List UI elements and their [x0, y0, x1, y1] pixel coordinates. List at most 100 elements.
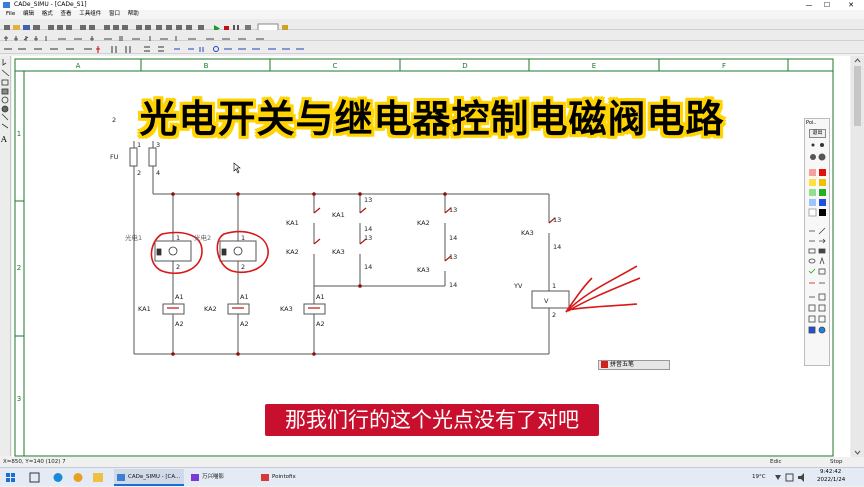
- taskbar-cade-simu[interactable]: CADe_SIMU - [CA...: [114, 469, 184, 486]
- network-icon[interactable]: [785, 473, 794, 482]
- toolbar-components-2-icons: [4, 46, 304, 53]
- lamp-symbol-icon[interactable]: [144, 46, 150, 52]
- buzzer-icon[interactable]: [158, 46, 164, 52]
- color-light-green-swatch[interactable]: [809, 189, 816, 196]
- taskbar-wondershare-label: 万兴喵影: [202, 474, 225, 480]
- clock-time[interactable]: 9:42:42: [820, 469, 841, 475]
- chrome-icon[interactable]: [73, 473, 83, 482]
- pen-large-icon[interactable]: [810, 154, 816, 160]
- ime-label: 拼音五笔: [610, 361, 635, 368]
- edge-browser-icon[interactable]: [53, 473, 63, 482]
- info-tool-icon[interactable]: [818, 326, 826, 334]
- status-bar: X=850, Y=140 (102) 7 Edic Stop: [0, 458, 864, 467]
- file-explorer-icon[interactable]: [93, 473, 103, 482]
- windows-taskbar: CADe_SIMU - [CA... 万兴喵影 Pointofix 19°C 9…: [0, 467, 864, 486]
- menu-view[interactable]: 查看: [61, 10, 72, 19]
- start-menu-icon[interactable]: [6, 473, 10, 477]
- color-green-swatch[interactable]: [819, 189, 826, 196]
- menu-edit[interactable]: 编辑: [23, 10, 34, 19]
- pointer-tool-icon[interactable]: [2, 59, 7, 66]
- cade-taskbar-icon: [117, 474, 125, 481]
- junction-dots: [171, 192, 447, 356]
- color-yellow-swatch[interactable]: [809, 179, 816, 186]
- menu-help[interactable]: 帮助: [128, 10, 139, 19]
- rect-draw-icon[interactable]: [808, 248, 816, 254]
- blue-circle-icon[interactable]: [213, 46, 219, 52]
- branch4-pin-14a: 14: [364, 225, 372, 233]
- zoom-tool-icon[interactable]: [818, 268, 826, 275]
- save-tool-icon[interactable]: [808, 315, 816, 323]
- minimize-button[interactable]: —: [800, 0, 818, 10]
- rectangle-tool-icon[interactable]: [1, 79, 9, 86]
- clock-date[interactable]: 2022/1/24: [817, 477, 845, 483]
- branch5-pin-13a: 13: [449, 206, 457, 214]
- contact-ka1-branch3: KA1: [286, 219, 299, 227]
- cade-simu-window: CADe_SIMU - [CADe_S1] — ☐ ✕ File 编辑 格式 查…: [0, 0, 864, 486]
- scroll-up-icon[interactable]: [854, 58, 861, 63]
- photo1-pin-1: 1: [176, 234, 180, 242]
- branch5-pin-14b: 14: [449, 281, 457, 289]
- coil-icon[interactable]: [125, 46, 131, 53]
- coil-ka2-a2: A2: [240, 320, 249, 328]
- settings-tool-icon[interactable]: [808, 326, 816, 334]
- photo1-pin-2: 2: [176, 263, 180, 271]
- check-icon[interactable]: [808, 268, 816, 274]
- eraser-icon[interactable]: [818, 293, 826, 301]
- menu-format[interactable]: 格式: [42, 10, 53, 19]
- cursor-coordinates: X=850, Y=140 (102) 7: [3, 459, 66, 465]
- wondershare-taskbar-icon: [191, 474, 199, 481]
- nc-contact-icon[interactable]: [111, 46, 117, 53]
- taskbar-icons: [6, 472, 103, 483]
- pen-tool-icon[interactable]: [818, 227, 826, 235]
- print-tool-icon[interactable]: [818, 315, 826, 323]
- color-light-blue-swatch[interactable]: [809, 199, 816, 206]
- ime-logo-icon: [601, 361, 608, 368]
- color-white-swatch[interactable]: [808, 208, 817, 217]
- maximize-button[interactable]: ☐: [818, 0, 836, 10]
- color-light-red-swatch[interactable]: [809, 169, 816, 176]
- circuit-wires: [129, 141, 570, 355]
- pen-medium-icon[interactable]: [820, 143, 824, 147]
- branch4-pin-14b: 14: [364, 263, 372, 271]
- column-label-d: D: [462, 62, 467, 70]
- menu-file[interactable]: File: [6, 10, 15, 19]
- no-contact-icon[interactable]: [96, 46, 100, 53]
- scroll-down-icon[interactable]: [854, 450, 861, 455]
- branch4-pin-13a: 13: [364, 196, 372, 204]
- arrow-tool-icon[interactable]: [819, 238, 826, 244]
- text-insert-icon[interactable]: [819, 256, 825, 265]
- close-button[interactable]: ✕: [838, 0, 864, 10]
- edit-mode-status: Edic: [770, 459, 782, 465]
- line-draw-icon[interactable]: [1, 69, 10, 77]
- clear-tool-icon[interactable]: [818, 304, 826, 312]
- ime-toolbar[interactable]: 拼音五笔: [598, 360, 670, 370]
- pointofix-taskbar-icon: [261, 474, 269, 481]
- valve-box-label: V: [544, 297, 549, 305]
- coil-ka3-a2: A2: [316, 320, 325, 328]
- taskbar-pointofix[interactable]: Pointofix: [258, 469, 322, 486]
- color-black-swatch[interactable]: [819, 209, 826, 216]
- taskbar-wondershare[interactable]: 万兴喵影: [188, 469, 252, 486]
- menu-tools[interactable]: 工具组件: [79, 10, 101, 19]
- tray-chevron-icon[interactable]: [775, 475, 781, 480]
- color-blue-swatch[interactable]: [819, 199, 826, 206]
- coil-ka3-a1: A1: [316, 293, 325, 301]
- video-subtitle-overlay: 那我们行的这个光点没有了对吧: [265, 404, 599, 436]
- column-label-b: B: [204, 62, 209, 70]
- pen-xlarge-icon[interactable]: [818, 153, 826, 161]
- column-label-e: E: [592, 62, 596, 70]
- color-red-swatch[interactable]: [819, 169, 826, 176]
- color-gold-swatch[interactable]: [819, 179, 826, 186]
- pen-small-icon[interactable]: [811, 143, 815, 147]
- rect-fill-icon[interactable]: [818, 248, 826, 254]
- coil-ka2-a1: A1: [240, 293, 249, 301]
- weather-temperature[interactable]: 19°C: [752, 469, 766, 486]
- volume-icon[interactable]: [798, 473, 804, 482]
- taskbar-cade-label: CADe_SIMU - [CA...: [128, 474, 181, 480]
- blue-tool-3-icon[interactable]: [199, 47, 204, 52]
- ellipse-draw-icon[interactable]: [808, 258, 816, 264]
- task-view-icon[interactable]: [29, 472, 40, 483]
- copy-tool-icon[interactable]: [808, 304, 816, 312]
- menu-bar: File 编辑 格式 查看 工具组件 窗口 帮助: [0, 10, 864, 19]
- menu-window[interactable]: 窗口: [109, 10, 120, 19]
